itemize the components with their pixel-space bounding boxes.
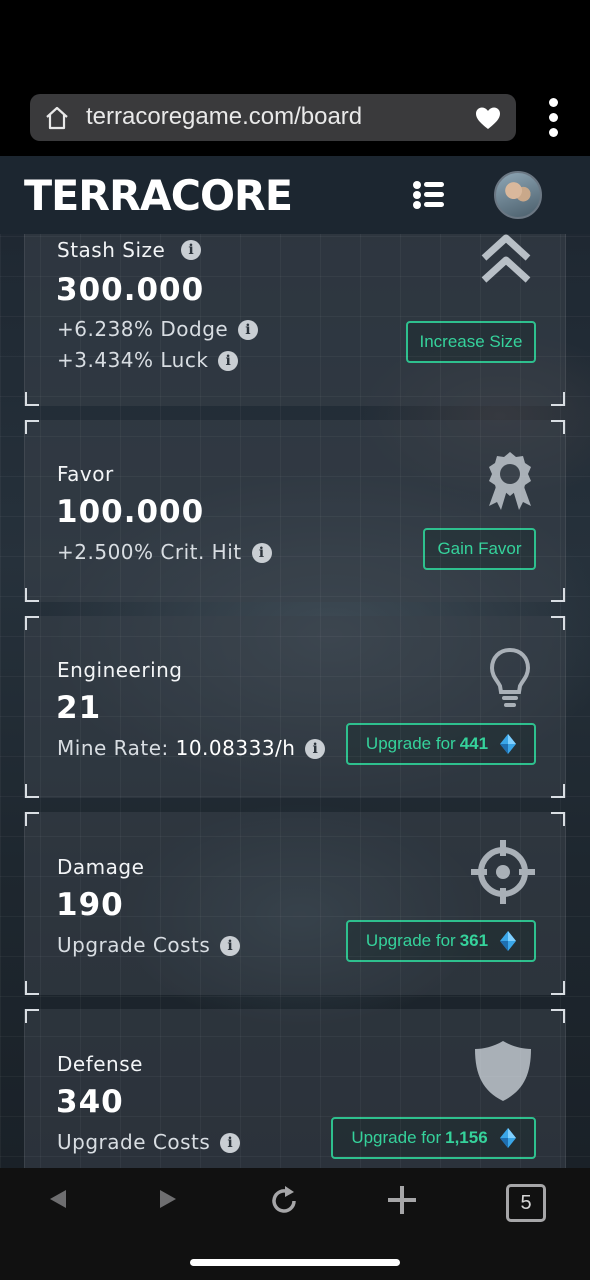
url-text[interactable]: terracoregame.com/board: [86, 103, 362, 131]
shield-icon: [475, 1041, 531, 1101]
stat-value: 100.000: [56, 494, 205, 530]
crystal-gem-icon: [499, 1128, 516, 1148]
info-icon[interactable]: i: [305, 739, 326, 759]
award-badge-icon: [489, 452, 531, 510]
gain-favor-button[interactable]: Gain Favor: [423, 528, 536, 570]
increase-size-button[interactable]: Increase Size: [406, 321, 536, 363]
stats-card-damage: Damage 190 Upgrade Costs i Upgrade for 36…: [24, 812, 566, 995]
upgrade-costs-text: Upgrade Costs i: [57, 933, 241, 957]
app-viewport: Stash Size i 300.000 +6.238% Dodge i +3.4…: [0, 156, 590, 1168]
reload-icon[interactable]: [268, 1184, 300, 1218]
mine-rate: Mine Rate: 10.08333/h i: [57, 736, 326, 760]
status-bar: [0, 0, 590, 92]
user-avatar[interactable]: [494, 171, 542, 219]
address-bar[interactable]: terracoregame.com/board: [30, 94, 516, 141]
stat-label: Defense: [57, 1052, 143, 1076]
info-icon[interactable]: i: [220, 1133, 241, 1153]
upgrade-costs-text: Upgrade Costs i: [57, 1130, 241, 1154]
info-icon[interactable]: i: [181, 240, 201, 260]
more-options-icon[interactable]: [546, 98, 560, 138]
stat-label: Favor: [57, 462, 114, 486]
stat-label: Damage: [57, 855, 145, 879]
stat-label: Engineering: [57, 658, 183, 682]
home-icon[interactable]: [44, 105, 70, 131]
app-header: TERRACORE: [0, 156, 590, 234]
crystal-gem-icon: [500, 734, 517, 754]
stat-value: 190: [56, 887, 124, 923]
info-icon[interactable]: i: [218, 351, 239, 371]
info-icon[interactable]: i: [251, 543, 272, 563]
tab-count-button[interactable]: 5: [506, 1184, 546, 1222]
stat-value: 300.000: [56, 272, 205, 308]
stat-label: Stash Size: [57, 238, 166, 262]
bonus-dodge: +6.238% Dodge i: [57, 317, 259, 341]
info-icon[interactable]: i: [238, 320, 259, 340]
back-arrow-icon[interactable]: [46, 1184, 70, 1214]
crosshair-icon: [471, 840, 535, 904]
stat-value: 340: [56, 1084, 124, 1120]
crystal-gem-icon: [500, 931, 517, 951]
stats-card-stash-size: Stash Size i 300.000 +6.238% Dodge i +3.4…: [24, 220, 566, 406]
home-indicator[interactable]: [190, 1259, 400, 1266]
stats-card-favor: Favor 100.000 +2.500% Crit. Hit i Gain Fa…: [24, 420, 566, 602]
tab-count: 5: [520, 1192, 532, 1214]
upgrade-damage-button[interactable]: Upgrade for 361: [346, 920, 536, 962]
double-chevron-up-icon: [481, 234, 531, 283]
upgrade-defense-button[interactable]: Upgrade for 1,156: [331, 1117, 536, 1159]
upgrade-engineering-button[interactable]: Upgrade for 441: [346, 723, 536, 765]
stats-card-engineering: Engineering 21 Mine Rate: 10.08333/h i Up…: [24, 616, 566, 798]
svg-text:TERRACORE: TERRACORE: [24, 171, 292, 220]
forward-arrow-icon[interactable]: [156, 1184, 180, 1214]
menu-list-icon[interactable]: [412, 180, 446, 210]
info-icon[interactable]: i: [220, 936, 241, 956]
new-tab-plus-icon[interactable]: [386, 1184, 418, 1216]
heart-icon[interactable]: [474, 105, 502, 131]
stats-card-defense: Defense 340 Upgrade Costs i Upgrade for 1…: [24, 1009, 566, 1168]
terracore-logo[interactable]: TERRACORE: [24, 170, 294, 222]
lightbulb-icon: [489, 647, 531, 707]
bonus-luck: +3.434% Luck i: [57, 348, 239, 372]
bonus-crit-hit: +2.500% Crit. Hit i: [57, 540, 272, 564]
stat-value: 21: [56, 690, 102, 726]
